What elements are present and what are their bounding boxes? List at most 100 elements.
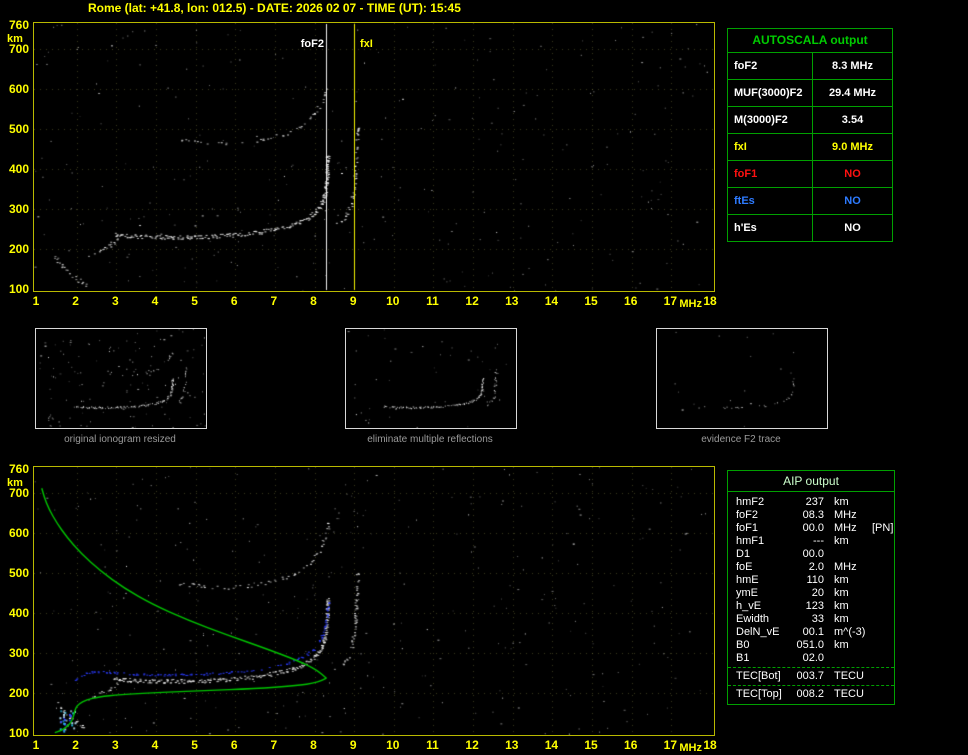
tec-separator — [728, 685, 894, 686]
param-label: h'Es — [728, 215, 813, 241]
aip-unit: MHz — [824, 561, 868, 574]
x-tick-label: 13 — [501, 738, 523, 752]
x-tick-label: 5 — [184, 738, 206, 752]
aip-unit: MHz — [824, 522, 868, 535]
y-tick-label: 200 — [1, 242, 29, 256]
aip-row: hmE110km — [728, 574, 894, 587]
aip-value: 123 — [794, 600, 824, 613]
aip-note — [868, 561, 894, 574]
aip-output-table: AIP output hmF2237kmfoF208.3MHzfoF100.0M… — [727, 470, 895, 705]
aip-value: --- — [794, 535, 824, 548]
aip-name: D1 — [728, 548, 794, 561]
aip-row: ymE20km — [728, 587, 894, 600]
aip-row: Ewidth33km — [728, 613, 894, 626]
x-axis-unit: MHz — [679, 298, 702, 310]
aip-value: 00.0 — [794, 522, 824, 535]
autoscala-row: foF28.3 MHz — [728, 52, 892, 79]
aip-name: hmF1 — [728, 535, 794, 548]
x-tick-label: 11 — [421, 738, 443, 752]
autoscala-output-table: AUTOSCALA output foF28.3 MHzMUF(3000)F22… — [727, 28, 893, 242]
y-tick-label: 200 — [1, 686, 29, 700]
aip-value: 00.0 — [794, 548, 824, 561]
aip-unit: TECU — [824, 688, 868, 701]
x-tick-label: 8 — [303, 738, 325, 752]
aip-unit — [824, 652, 868, 665]
aip-row: DelN_vE00.1m^(-3) — [728, 626, 894, 639]
thumbnail-caption-f2-trace: evidence F2 trace — [655, 434, 827, 445]
aip-note — [868, 613, 894, 626]
aip-note: [PN] — [868, 522, 894, 535]
autoscala-table-title: AUTOSCALA output — [728, 29, 892, 52]
x-tick-label: 7 — [263, 738, 285, 752]
aip-value: 051.0 — [794, 639, 824, 652]
aip-value: 008.2 — [794, 688, 824, 701]
y-tick-label: 760 — [1, 18, 29, 32]
x-tick-label: 4 — [144, 294, 166, 308]
aip-name: foE — [728, 561, 794, 574]
aip-unit: km — [824, 639, 868, 652]
thumbnail-no-multiples-canvas — [346, 329, 516, 428]
thumbnail-no-multiples-panel — [345, 328, 517, 429]
x-tick-label: 18 — [699, 738, 721, 752]
y-axis-unit: km — [7, 33, 23, 45]
top-ionogram-canvas — [34, 23, 714, 291]
autoscala-row: ftEsNO — [728, 187, 892, 214]
thumbnail-caption-original: original ionogram resized — [34, 434, 206, 445]
aip-value: 003.7 — [794, 670, 824, 683]
aip-unit: km — [824, 587, 868, 600]
aip-row: foF208.3MHz — [728, 509, 894, 522]
x-tick-label: 13 — [501, 294, 523, 308]
x-tick-label: 6 — [223, 294, 245, 308]
x-tick-label: 17 — [659, 738, 681, 752]
thumbnail-caption-no-multiples: eliminate multiple reflections — [344, 434, 516, 445]
aip-value: 33 — [794, 613, 824, 626]
aip-note — [868, 535, 894, 548]
param-value: 29.4 MHz — [813, 87, 892, 99]
aip-name: DelN_vE — [728, 626, 794, 639]
aip-unit: km — [824, 600, 868, 613]
x-tick-label: 10 — [382, 738, 404, 752]
aip-unit: km — [824, 574, 868, 587]
autoscala-results-screen: Rome (lat: +41.8, lon: 012.5) - DATE: 20… — [0, 0, 968, 755]
thumbnail-original-canvas — [36, 329, 206, 428]
thumbnail-f2-trace-canvas — [657, 329, 827, 428]
aip-name: ymE — [728, 587, 794, 600]
x-tick-label: 16 — [620, 738, 642, 752]
aip-value: 2.0 — [794, 561, 824, 574]
aip-row: TEC[Bot]003.7TECU — [728, 670, 894, 683]
y-tick-label: 500 — [1, 566, 29, 580]
x-tick-label: 1 — [25, 294, 47, 308]
aip-note — [868, 688, 894, 701]
x-tick-label: 9 — [342, 738, 364, 752]
aip-value: 20 — [794, 587, 824, 600]
x-tick-label: 12 — [461, 294, 483, 308]
aip-note — [868, 574, 894, 587]
station-date-title: Rome (lat: +41.8, lon: 012.5) - DATE: 20… — [88, 1, 461, 15]
x-tick-label: 14 — [540, 294, 562, 308]
tec-separator — [728, 667, 894, 668]
aip-row: B102.0 — [728, 652, 894, 665]
x-tick-label: 11 — [421, 294, 443, 308]
autoscala-row: MUF(3000)F229.4 MHz — [728, 79, 892, 106]
foF2-marker-label: foF2 — [284, 38, 324, 50]
x-tick-label: 16 — [620, 294, 642, 308]
param-label: foF2 — [728, 53, 813, 79]
aip-name: foF2 — [728, 509, 794, 522]
param-value: 8.3 MHz — [813, 60, 892, 72]
aip-name: hmF2 — [728, 496, 794, 509]
top-ionogram-plot: foF2 fxI — [33, 22, 715, 292]
aip-unit: km — [824, 613, 868, 626]
aip-note — [868, 626, 894, 639]
aip-table-title: AIP output — [728, 471, 894, 492]
aip-value: 00.1 — [794, 626, 824, 639]
y-tick-label: 500 — [1, 122, 29, 136]
aip-unit: MHz — [824, 509, 868, 522]
aip-row: D100.0 — [728, 548, 894, 561]
x-tick-label: 6 — [223, 738, 245, 752]
param-value: NO — [813, 222, 892, 234]
aip-name: B0 — [728, 639, 794, 652]
y-tick-label: 300 — [1, 202, 29, 216]
x-tick-label: 2 — [65, 294, 87, 308]
aip-unit: m^(-3) — [824, 626, 868, 639]
aip-note — [868, 639, 894, 652]
